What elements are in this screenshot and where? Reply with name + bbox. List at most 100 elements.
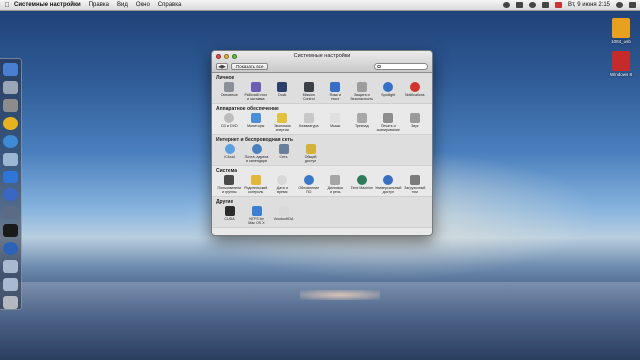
pref-pane-users[interactable]: Пользователи и группы xyxy=(216,175,243,194)
show-all-button[interactable]: Показать все xyxy=(231,62,269,70)
pref-pane-label: Клавиатура xyxy=(299,124,319,128)
pref-pane-clock[interactable]: Дата и время xyxy=(269,175,296,194)
mouse-icon xyxy=(330,113,341,123)
apple-menu-icon[interactable]:  xyxy=(0,2,14,9)
spotlight-tray-icon[interactable] xyxy=(616,2,623,8)
desktop-item-usb[interactable]: 1084_usb xyxy=(603,18,639,44)
pref-pane-startup-disk[interactable]: Загрузочный том xyxy=(402,175,429,194)
menu-help[interactable]: Справка xyxy=(158,2,182,8)
spotlight-icon xyxy=(383,82,394,92)
mail-icon[interactable] xyxy=(3,152,18,166)
pref-pane-spotlight[interactable]: Spotlight xyxy=(375,82,402,101)
house-lock-icon xyxy=(356,82,367,92)
pref-pane-label: Spotlight xyxy=(381,93,396,97)
window-titlebar[interactable]: Системные настройки ◀▶ Показать все xyxy=(212,51,432,73)
system-preferences-icon[interactable] xyxy=(3,98,18,112)
pref-pane-network[interactable]: Сеть xyxy=(270,144,297,163)
pref-pane-dock[interactable]: Dock xyxy=(269,82,296,101)
notifications-icon xyxy=(409,82,420,92)
pref-pane-label: Дата и время xyxy=(276,186,288,194)
startup-disk-icon xyxy=(409,175,420,185)
pref-pane-label: Пользователи и группы xyxy=(217,186,241,194)
safari-icon[interactable] xyxy=(3,134,18,148)
chrome-icon[interactable] xyxy=(3,116,18,130)
pref-pane-printer[interactable]: Печать и сканирование xyxy=(375,113,402,132)
launchpad-icon[interactable] xyxy=(3,80,18,94)
bluetooth-tray-icon[interactable] xyxy=(516,2,524,8)
pref-pane-speaker[interactable]: Звук xyxy=(402,113,429,132)
pref-pane-mouse[interactable]: Мышь xyxy=(322,113,349,132)
pref-pane-label: Мышь xyxy=(330,124,341,128)
pref-pane-label: Экономия энергии xyxy=(273,124,291,132)
time-machine-tray-icon[interactable] xyxy=(503,2,511,8)
pref-pane-sharing-folder[interactable]: Общий доступ xyxy=(297,144,324,163)
volume-tray-icon[interactable] xyxy=(542,2,550,8)
globe-icon[interactable] xyxy=(3,242,18,256)
utilities-icon[interactable] xyxy=(3,206,18,220)
pref-pane-mission-control[interactable]: Mission Control xyxy=(296,82,323,101)
pref-pane-label: Звук xyxy=(411,124,419,128)
pref-pane-trackpad[interactable]: Трекпад xyxy=(349,113,376,132)
pref-pane-cuda[interactable]: CUDA xyxy=(216,206,243,225)
desktop-item-windows[interactable]: Windows 8 xyxy=(603,51,639,77)
pref-pane-notifications[interactable]: Notifications xyxy=(402,82,429,101)
pref-pane-at[interactable]: Почта, адреса и календари xyxy=(243,144,270,163)
pref-pane-label: Язык и текст xyxy=(329,93,341,101)
pref-pane-flag[interactable]: Язык и текст xyxy=(322,82,349,101)
pref-pane-parental[interactable]: Родительский контроль xyxy=(243,175,270,194)
trash-icon[interactable] xyxy=(3,295,18,309)
back-forward-button[interactable]: ◀▶ xyxy=(216,62,228,70)
pref-section-title: Личное xyxy=(216,75,235,81)
notification-center-icon[interactable] xyxy=(629,2,636,8)
pref-pane-ntfs[interactable]: NTFS for Mac OS X xyxy=(243,206,270,225)
preferences-pane-list: Личное Основные Рабочий стол и заставка Doc… xyxy=(212,73,432,228)
pref-pane-cd[interactable]: CD и DVD xyxy=(216,113,243,132)
search-field[interactable] xyxy=(374,62,428,70)
input-source-flag-icon[interactable] xyxy=(555,2,563,8)
pref-pane-house-lock[interactable]: Защита и безопасность xyxy=(349,82,376,101)
trackpad-icon xyxy=(356,113,367,123)
search-input[interactable] xyxy=(382,63,426,70)
pref-pane-icloud[interactable]: iCloud xyxy=(216,144,243,163)
pref-pane-keyboard[interactable]: Клавиатура xyxy=(296,113,323,132)
pref-pane-accessibility[interactable]: Универсальный доступ xyxy=(375,175,402,194)
pref-pane-software-update[interactable]: Обновление ПО xyxy=(296,175,323,194)
bulb-icon xyxy=(277,113,288,123)
menu-window[interactable]: Окно xyxy=(136,2,150,8)
pref-pane-label: Почта, адреса и календари xyxy=(244,155,269,163)
menu-view[interactable]: Вид xyxy=(117,2,128,8)
pref-pane-label: Родительский контроль xyxy=(244,186,268,194)
search-icon xyxy=(377,64,381,68)
documents-folder-icon[interactable] xyxy=(3,278,18,291)
pref-pane-voodoohda[interactable]: VoodooHDA xyxy=(270,206,297,225)
pref-pane-label: Dock xyxy=(278,93,287,97)
pref-pane-time-machine[interactable]: Time Machine xyxy=(349,175,376,194)
pref-pane-general[interactable]: Основные xyxy=(216,82,243,101)
pref-pane-microphone[interactable]: Диктовка и речь xyxy=(322,175,349,194)
pref-pane-label: VoodooHDA xyxy=(273,217,294,221)
pref-pane-monitor[interactable]: Мониторы xyxy=(243,113,270,132)
terminal-icon[interactable] xyxy=(3,224,18,238)
pref-pane-label: Обновление ПО xyxy=(298,186,320,194)
ntfs-icon xyxy=(251,206,262,216)
pref-pane-label: Рабочий стол и заставка xyxy=(244,93,268,101)
pref-pane-label: CD и DVD xyxy=(220,124,238,128)
itunes-icon[interactable] xyxy=(3,188,18,202)
desktop-icon xyxy=(250,82,261,92)
finder-icon[interactable] xyxy=(3,63,18,76)
voodoohda-icon xyxy=(278,206,289,216)
app-store-icon[interactable] xyxy=(3,170,18,184)
pref-pane-desktop[interactable]: Рабочий стол и заставка xyxy=(243,82,270,101)
menu-extras: Вт, 9 июня 2:15 xyxy=(503,2,640,8)
printer-icon xyxy=(383,113,394,123)
keyboard-icon xyxy=(303,113,314,123)
pref-pane-label: Сеть xyxy=(279,155,288,159)
menu-clock[interactable]: Вт, 9 июня 2:15 xyxy=(568,2,610,8)
icloud-icon xyxy=(224,144,235,154)
menu-app-name[interactable]: Системные настройки xyxy=(14,2,81,8)
menu-edit[interactable]: Правка xyxy=(89,2,109,8)
wifi-tray-icon[interactable] xyxy=(529,2,537,8)
applications-folder-icon[interactable] xyxy=(3,260,18,274)
pref-section-title: Другие xyxy=(216,199,234,205)
pref-pane-bulb[interactable]: Экономия энергии xyxy=(269,113,296,132)
